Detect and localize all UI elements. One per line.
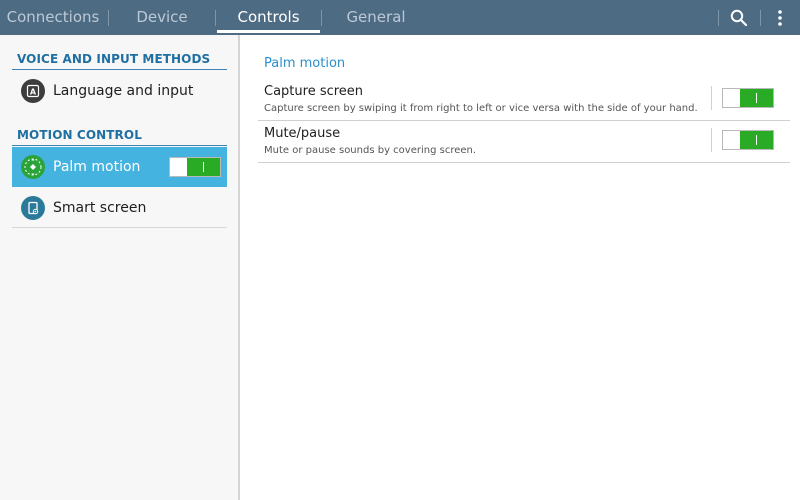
smart-screen-icon bbox=[21, 196, 45, 220]
tab-divider bbox=[108, 10, 109, 26]
keyboard-language-icon: A bbox=[21, 79, 45, 103]
setting-divider bbox=[711, 128, 712, 152]
sidebar: VOICE AND INPUT METHODS A Language and i… bbox=[0, 35, 238, 500]
sidebar-item-label: Smart screen bbox=[53, 200, 147, 216]
sidebar-item-smart-screen[interactable]: Smart screen bbox=[12, 188, 227, 228]
toggle-on-fill bbox=[740, 131, 773, 149]
more-options-button[interactable] bbox=[766, 0, 794, 35]
section-divider bbox=[12, 69, 227, 70]
toolbar-divider bbox=[760, 10, 761, 26]
toolbar-divider bbox=[718, 10, 719, 26]
tab-connections[interactable]: Connections bbox=[0, 0, 106, 35]
sidebar-item-label: Palm motion bbox=[53, 159, 141, 175]
search-button[interactable] bbox=[724, 0, 754, 35]
setting-mute-pause[interactable]: Mute/pause Mute or pause sounds by cover… bbox=[258, 121, 790, 163]
active-tab-indicator bbox=[217, 30, 320, 33]
setting-divider bbox=[711, 86, 712, 110]
more-vertical-icon bbox=[778, 9, 782, 26]
toggle-on-fill bbox=[187, 158, 220, 176]
sidebar-item-label: Language and input bbox=[53, 83, 194, 99]
mute-pause-toggle[interactable] bbox=[722, 130, 774, 150]
section-header-motion-control: MOTION CONTROL bbox=[17, 128, 142, 142]
search-icon bbox=[730, 9, 748, 26]
setting-title: Capture screen bbox=[264, 84, 364, 99]
setting-description: Capture screen by swiping it from right … bbox=[264, 103, 698, 114]
page-title: Palm motion bbox=[264, 56, 346, 71]
tab-device[interactable]: Device bbox=[110, 0, 214, 35]
section-divider bbox=[12, 145, 227, 146]
section-header-voice-input: VOICE AND INPUT METHODS bbox=[17, 52, 211, 66]
tab-general[interactable]: General bbox=[323, 0, 429, 35]
setting-title: Mute/pause bbox=[264, 126, 341, 141]
row-divider bbox=[12, 227, 227, 228]
row-divider bbox=[258, 162, 790, 163]
tab-divider bbox=[215, 10, 216, 26]
svg-text:A: A bbox=[30, 87, 37, 96]
tab-divider bbox=[321, 10, 322, 26]
setting-capture-screen[interactable]: Capture screen Capture screen by swiping… bbox=[258, 79, 790, 121]
capture-screen-toggle[interactable] bbox=[722, 88, 774, 108]
palm-motion-toggle[interactable] bbox=[169, 157, 221, 177]
main-pane: Palm motion Capture screen Capture scree… bbox=[240, 35, 800, 500]
palm-motion-icon bbox=[21, 155, 45, 179]
sidebar-item-palm-motion[interactable]: Palm motion bbox=[12, 147, 227, 187]
sidebar-item-language-input[interactable]: A Language and input bbox=[12, 71, 227, 111]
toggle-on-fill bbox=[740, 89, 773, 107]
top-tab-bar: Connections Device Controls General bbox=[0, 0, 800, 35]
setting-description: Mute or pause sounds by covering screen. bbox=[264, 145, 477, 156]
